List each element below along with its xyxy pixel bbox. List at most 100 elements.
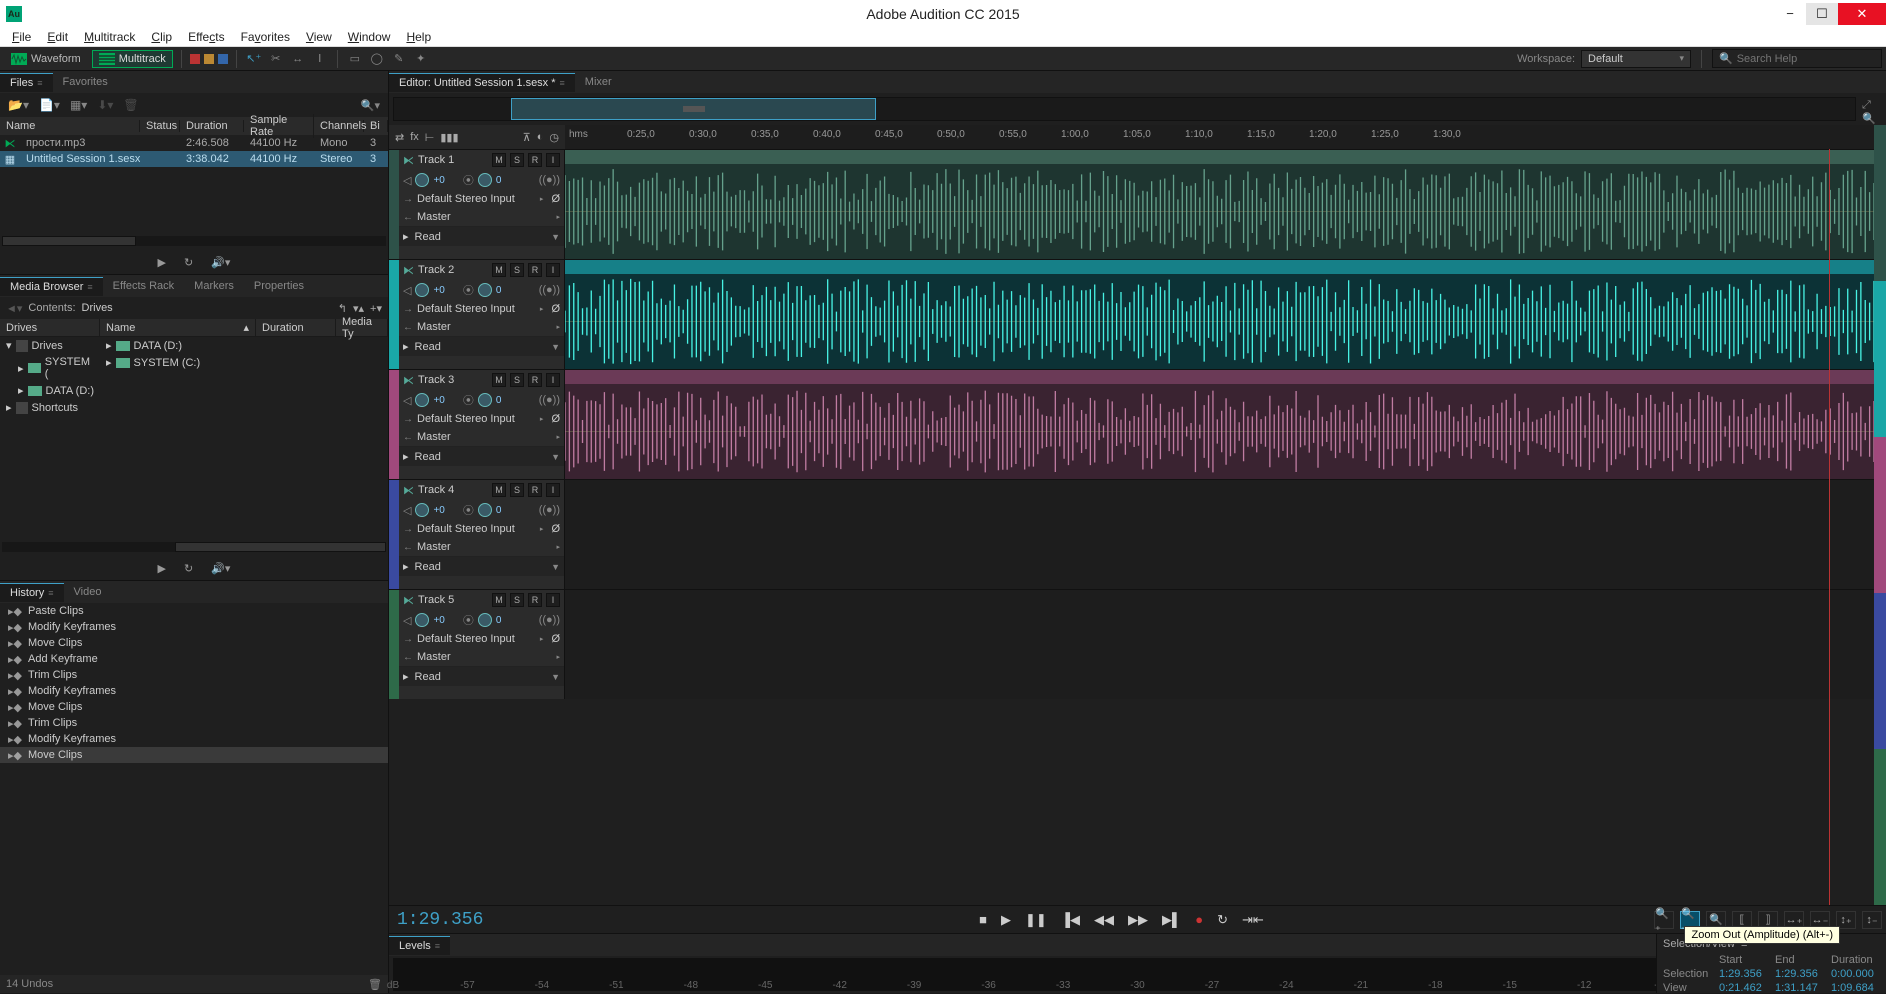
solo-button[interactable]: S bbox=[510, 373, 524, 387]
arm-record-button[interactable]: R bbox=[528, 263, 542, 277]
sends-icon[interactable]: ⊢ bbox=[425, 131, 435, 144]
track-name[interactable]: Track 2 bbox=[418, 264, 488, 276]
maximize-button[interactable]: ☐ bbox=[1806, 3, 1838, 25]
marquee-tool-icon[interactable]: ▭ bbox=[346, 50, 364, 68]
go-start-button[interactable]: ▐◀ bbox=[1061, 912, 1080, 928]
menu-edit[interactable]: Edit bbox=[39, 28, 76, 46]
track-output[interactable]: Master bbox=[417, 431, 451, 443]
track-color-strip[interactable] bbox=[389, 370, 399, 479]
volume-value[interactable]: +0 bbox=[433, 615, 444, 626]
track-handle-icon[interactable]: ⧔ bbox=[403, 484, 414, 497]
tab-mixer[interactable]: Mixer bbox=[575, 73, 622, 91]
track-handle-icon[interactable]: ⧔ bbox=[403, 374, 414, 387]
files-search[interactable]: 🔍▾ bbox=[361, 99, 380, 112]
track-color-strip[interactable] bbox=[389, 480, 399, 589]
tab-effects-rack[interactable]: Effects Rack bbox=[103, 277, 185, 295]
files-column-header[interactable]: Name Status Duration Sample Rate Channel… bbox=[0, 117, 388, 135]
tab-history[interactable]: History≡ bbox=[0, 583, 64, 602]
solo-button[interactable]: S bbox=[510, 153, 524, 167]
menu-view[interactable]: View bbox=[298, 28, 340, 46]
track-lane[interactable] bbox=[565, 150, 1874, 259]
mute-button[interactable]: M bbox=[492, 483, 506, 497]
pan-value[interactable]: 0 bbox=[496, 395, 502, 406]
sel-end[interactable]: 1:29.356 bbox=[1775, 968, 1831, 980]
track-output[interactable]: Master bbox=[417, 321, 451, 333]
tab-favorites[interactable]: Favorites bbox=[53, 73, 118, 91]
play-button[interactable]: ▶ bbox=[1001, 912, 1011, 928]
track-lane[interactable] bbox=[565, 480, 1874, 589]
record-button[interactable]: ● bbox=[1195, 912, 1203, 927]
track-input[interactable]: Default Stereo Input bbox=[417, 303, 515, 315]
monitor-input-button[interactable]: I bbox=[546, 373, 560, 387]
tab-properties[interactable]: Properties bbox=[244, 277, 314, 295]
tree-item[interactable]: ▸ DATA (D:) bbox=[100, 337, 256, 354]
play-icon[interactable]: ▶ bbox=[158, 562, 166, 575]
loop-button[interactable]: ↻ bbox=[1217, 912, 1228, 928]
history-row[interactable]: ▸◆Move Clips bbox=[0, 747, 388, 763]
time-selection-tool-icon[interactable]: Ⅰ bbox=[311, 50, 329, 68]
menu-multitrack[interactable]: Multitrack bbox=[76, 28, 143, 46]
file-row[interactable]: ▦ Untitled Session 1.sesx * 3:38.042 441… bbox=[0, 151, 388, 167]
loop-icon[interactable]: ↻ bbox=[184, 256, 193, 269]
volume-value[interactable]: +0 bbox=[433, 175, 444, 186]
arm-record-button[interactable]: R bbox=[528, 593, 542, 607]
track-lane[interactable] bbox=[565, 590, 1874, 699]
ripple-icon[interactable]: ◐ bbox=[537, 131, 544, 143]
volume-knob[interactable] bbox=[415, 283, 429, 297]
monitor-input-button[interactable]: I bbox=[546, 593, 560, 607]
automation-expand-icon[interactable]: ▸ bbox=[403, 450, 409, 463]
slip-tool-icon[interactable]: ↔ bbox=[289, 50, 307, 68]
volume-value[interactable]: +0 bbox=[433, 395, 444, 406]
track-handle-icon[interactable]: ⧔ bbox=[403, 264, 414, 277]
inputs-icon[interactable]: ⇄ bbox=[395, 131, 404, 144]
track-output[interactable]: Master bbox=[417, 211, 451, 223]
tree-expand-drives[interactable]: ▾ Drives bbox=[0, 337, 100, 354]
pan-knob[interactable] bbox=[478, 613, 492, 627]
arm-record-button[interactable]: R bbox=[528, 373, 542, 387]
phase-icon[interactable]: Ø bbox=[551, 193, 560, 205]
track-name[interactable]: Track 4 bbox=[418, 484, 488, 496]
pan-knob[interactable] bbox=[478, 283, 492, 297]
mute-button[interactable]: M bbox=[492, 153, 506, 167]
solo-button[interactable]: S bbox=[510, 483, 524, 497]
arm-record-button[interactable]: R bbox=[528, 483, 542, 497]
go-end-button[interactable]: ▶▌ bbox=[1162, 912, 1181, 928]
amp-segment[interactable] bbox=[1874, 749, 1886, 905]
move-tool-icon[interactable]: ↖⁺ bbox=[245, 50, 263, 68]
mb-scrollbar[interactable] bbox=[2, 542, 386, 552]
color-orange[interactable] bbox=[204, 54, 214, 64]
razor-tool-icon[interactable]: ✂ bbox=[267, 50, 285, 68]
navigator-overview[interactable] bbox=[393, 97, 1856, 121]
automation-mode[interactable]: Read bbox=[415, 451, 441, 463]
col-duration[interactable]: Duration bbox=[256, 319, 336, 337]
timecode-display[interactable]: 1:29.356 bbox=[389, 910, 589, 930]
track-input[interactable]: Default Stereo Input bbox=[417, 633, 515, 645]
tab-video[interactable]: Video bbox=[64, 583, 112, 601]
amp-segment[interactable] bbox=[1874, 437, 1886, 593]
open-file-icon[interactable]: 📂▾ bbox=[8, 98, 29, 112]
zoom-out-vert-icon[interactable]: ↕₋ bbox=[1862, 911, 1882, 929]
monitor-input-button[interactable]: I bbox=[546, 153, 560, 167]
automation-expand-icon[interactable]: ▸ bbox=[403, 230, 409, 243]
snap-icon[interactable]: ⊼ bbox=[523, 131, 531, 144]
search-help[interactable]: 🔍 bbox=[1712, 49, 1882, 68]
track-amplitude-bar[interactable] bbox=[1874, 125, 1886, 905]
track-lane[interactable] bbox=[565, 370, 1874, 479]
pan-value[interactable]: 0 bbox=[496, 615, 502, 626]
track-color-strip[interactable] bbox=[389, 260, 399, 369]
stop-button[interactable]: ■ bbox=[979, 912, 987, 927]
history-row[interactable]: ▸◆Add Keyframe bbox=[0, 651, 388, 667]
automation-mode[interactable]: Read bbox=[415, 231, 441, 243]
pan-value[interactable]: 0 bbox=[496, 285, 502, 296]
add-shortcut-icon[interactable]: +▾ bbox=[370, 302, 382, 315]
history-row[interactable]: ▸◆Trim Clips bbox=[0, 667, 388, 683]
volume-knob[interactable] bbox=[415, 173, 429, 187]
new-file-icon[interactable]: 📄▾ bbox=[39, 98, 60, 112]
phase-icon[interactable]: Ø bbox=[551, 633, 560, 645]
phase-icon[interactable]: Ø bbox=[551, 523, 560, 535]
metronome-icon[interactable]: ◷ bbox=[549, 131, 559, 144]
automation-mode[interactable]: Read bbox=[415, 341, 441, 353]
amp-segment[interactable] bbox=[1874, 125, 1886, 281]
mode-waveform[interactable]: Waveform bbox=[4, 50, 88, 68]
amp-segment[interactable] bbox=[1874, 281, 1886, 437]
